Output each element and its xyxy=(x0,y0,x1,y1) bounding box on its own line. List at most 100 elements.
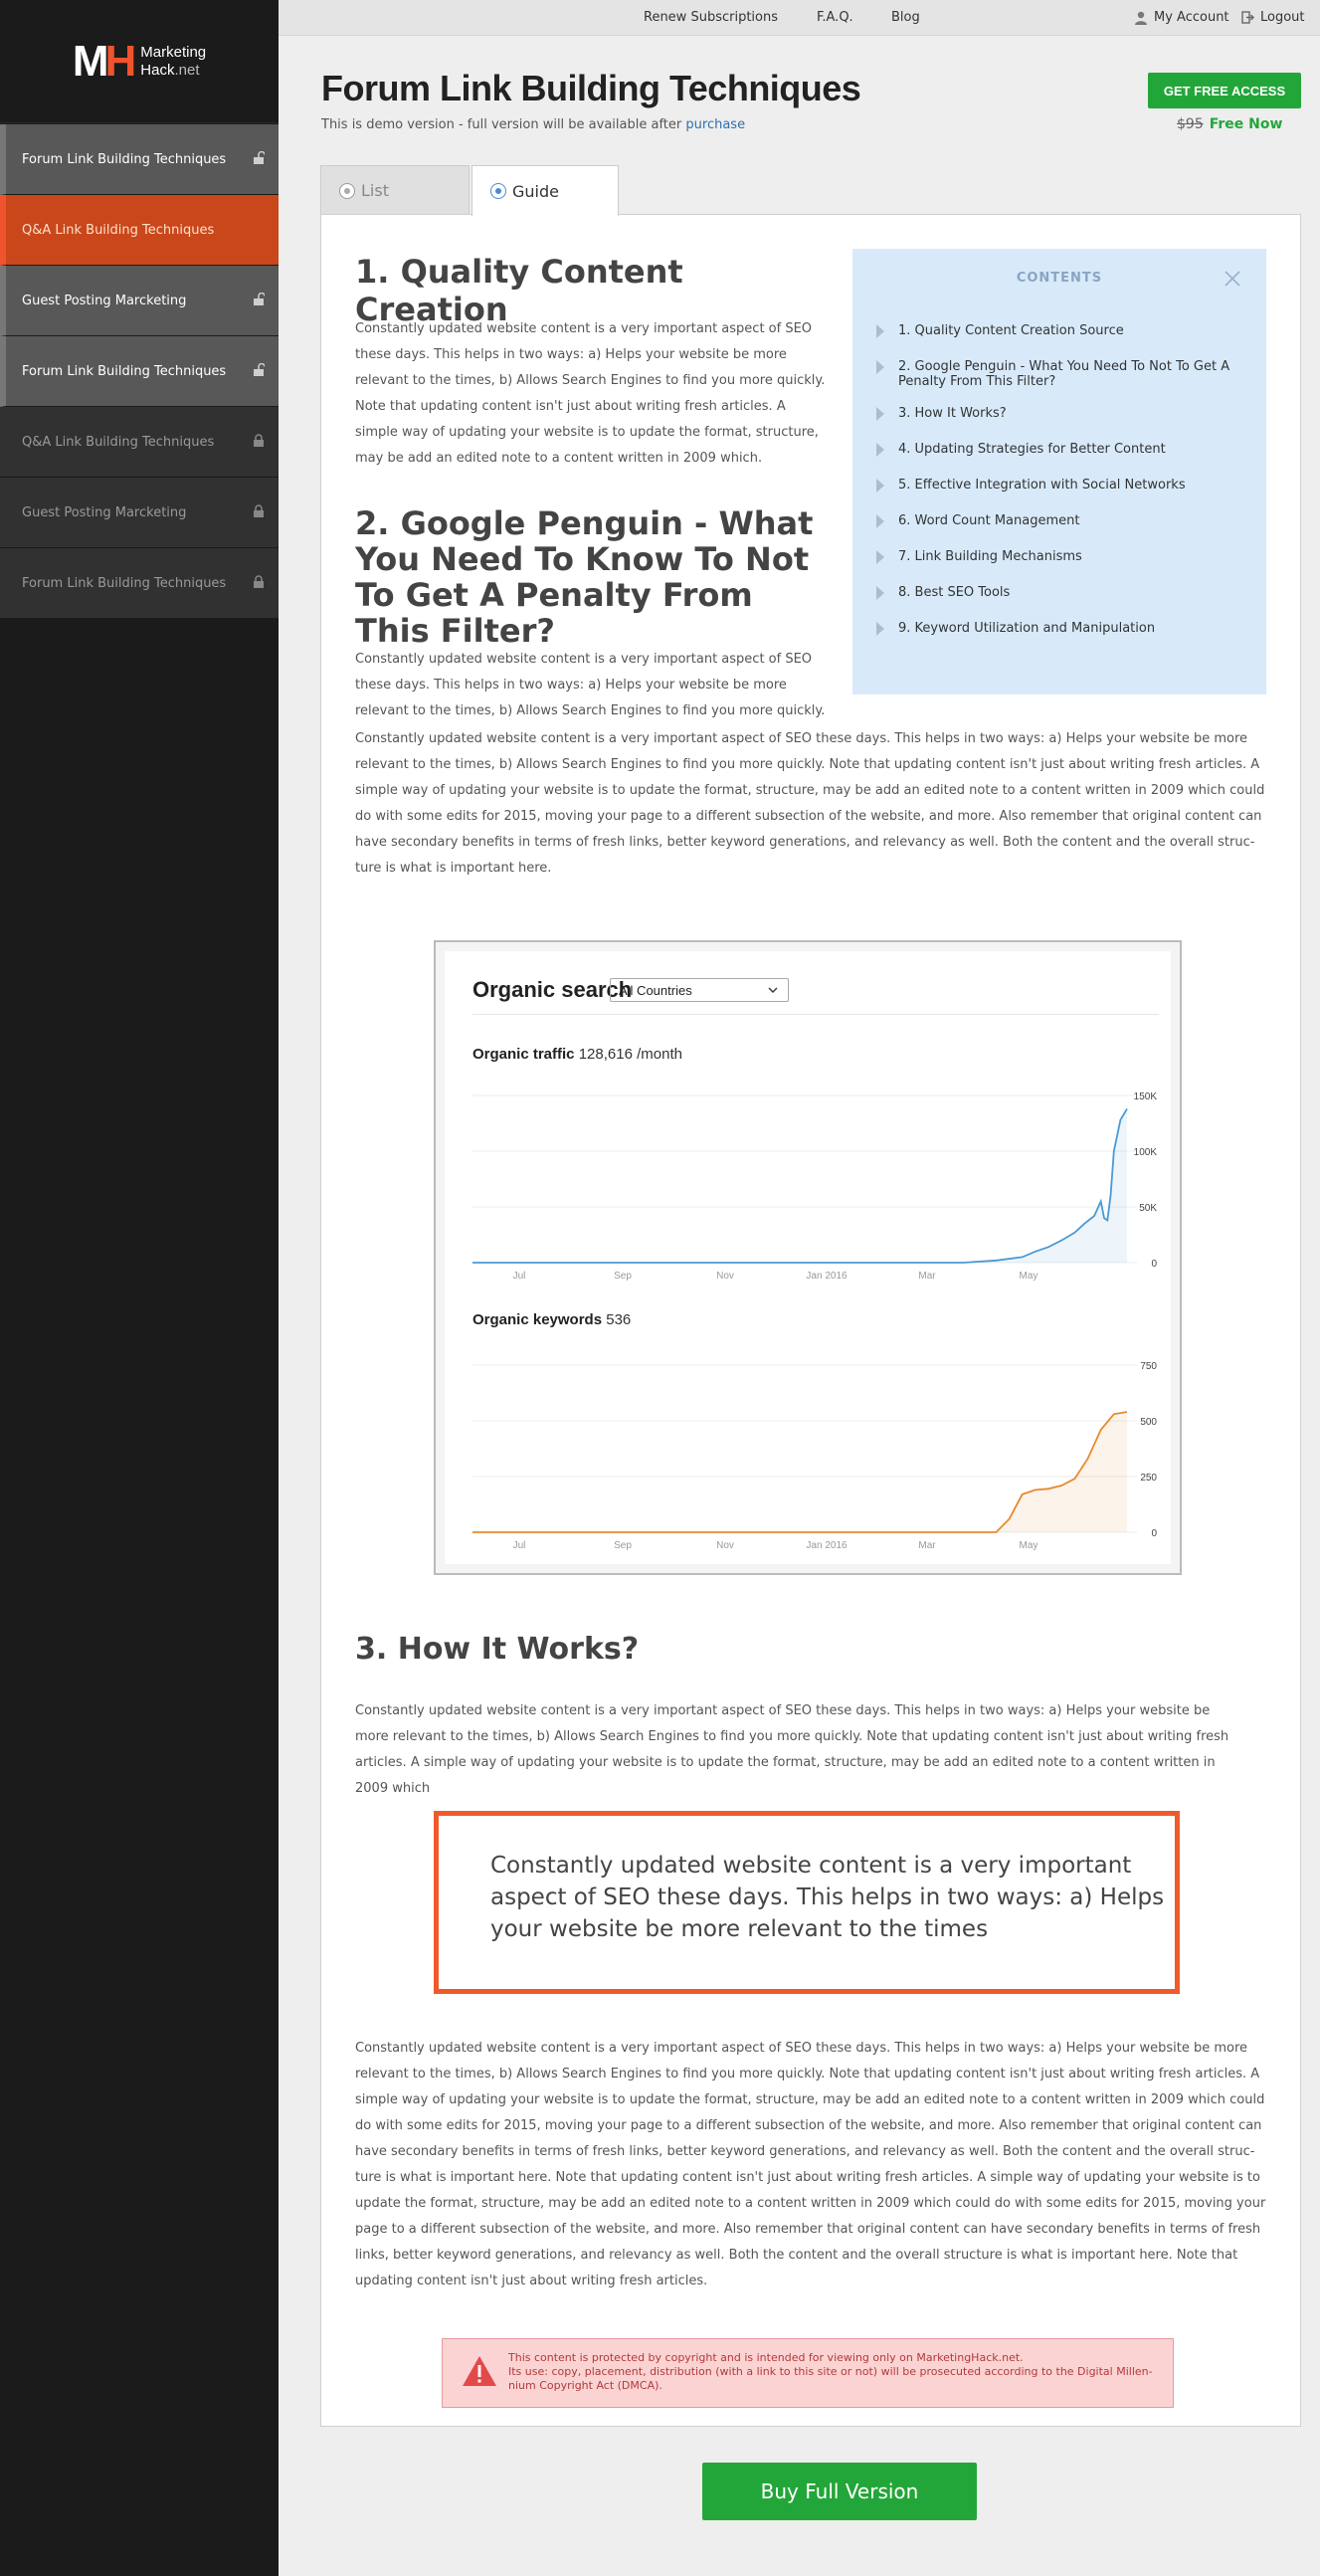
close-icon[interactable] xyxy=(1223,269,1242,289)
old-price: $95 xyxy=(1177,116,1204,132)
unlock-icon xyxy=(254,151,265,164)
x-tick-label: Mar xyxy=(918,1271,936,1282)
warning-icon xyxy=(463,2356,496,2386)
unlock-icon xyxy=(254,293,265,305)
my-account-label: My Account xyxy=(1154,10,1229,25)
charts: 0 50K 100K 150K Jul Sep Nov Jan 2016 Mar May 0 250 5… xyxy=(472,1091,1158,1551)
toc-item[interactable]: 4. Updating Strategies for Better Conten… xyxy=(876,442,1244,457)
toc-item[interactable]: 6. Word Count Management xyxy=(876,513,1244,528)
y-tick-label: 500 xyxy=(1140,1417,1157,1428)
x-tick-label: Nov xyxy=(716,1271,734,1282)
tab-guide[interactable]: Guide xyxy=(471,165,619,216)
sidebar-item[interactable]: Forum Link Building Techniques xyxy=(0,124,279,195)
purchase-link[interactable]: purchase xyxy=(685,117,745,132)
x-tick-label: Jan 2016 xyxy=(806,1540,848,1551)
blog-link[interactable]: Blog xyxy=(891,10,920,25)
page-title: Forum Link Building Techniques xyxy=(321,68,861,108)
price: $95 Free Now xyxy=(1177,116,1282,132)
x-tick-label: May xyxy=(1020,1540,1038,1551)
x-tick-label: Sep xyxy=(614,1540,632,1551)
y-tick-label: 0 xyxy=(1151,1259,1157,1270)
my-account-link[interactable]: My Account xyxy=(1134,10,1229,25)
contents-box: CONTENTS 1. Quality Content Creation Sou… xyxy=(852,249,1266,694)
y-tick-label: 750 xyxy=(1140,1361,1157,1372)
series-area xyxy=(472,1412,1127,1532)
faq-link[interactable]: F.A.Q. xyxy=(817,10,853,25)
sidebar-item-label: Forum Link Building Techniques xyxy=(22,151,227,167)
organic-search-figure: Organic search All Countries Organic tra… xyxy=(434,940,1182,1575)
figure-panel: Organic search All Countries Organic tra… xyxy=(445,951,1171,1564)
toc-item[interactable]: 2. Google Penguin - What You Need To Not… xyxy=(876,359,1244,389)
series-line xyxy=(472,1107,1128,1264)
section-3-title: 3. How It Works? xyxy=(355,1632,640,1667)
lock-icon xyxy=(254,434,264,447)
sidebar-item-label: Q&A Link Building Techniques xyxy=(22,222,215,238)
unlock-icon xyxy=(254,363,265,376)
sidebar-item[interactable]: Q&A Link Building Techniques xyxy=(0,407,279,478)
sidebar-item[interactable]: Guest Posting Marcketing xyxy=(0,478,279,548)
sidebar-item[interactable]: Forum Link Building Techniques xyxy=(0,548,279,619)
logo[interactable]: MH Marketing Hack.net xyxy=(0,0,279,123)
sidebar-menu: Forum Link Building Techniques Q&A Link B… xyxy=(0,124,279,619)
x-tick-label: Jan 2016 xyxy=(806,1271,848,1282)
sidebar-item-label: Forum Link Building Techniques xyxy=(22,363,227,379)
section-2-text-b: Constantly updated website content is a … xyxy=(355,731,1265,876)
section-2-text-a: Constantly updated website content is a … xyxy=(355,652,826,718)
logo-mark: MH xyxy=(72,36,136,86)
sidebar-item[interactable]: Forum Link Building Techniques xyxy=(0,336,279,407)
y-tick-label: 50K xyxy=(1139,1203,1157,1214)
sidebar-item-label: Forum Link Building Techniques xyxy=(22,575,227,591)
buy-full-version-button[interactable]: Buy Full Version xyxy=(702,2463,977,2520)
logout-label: Logout xyxy=(1260,10,1305,25)
toc-item[interactable]: 3. How It Works? xyxy=(876,406,1244,421)
tab-guide-label: Guide xyxy=(512,181,559,201)
x-tick-label: Mar xyxy=(918,1540,936,1551)
radio-selected-icon xyxy=(490,183,506,199)
free-now-label: Free Now xyxy=(1209,116,1283,132)
renew-subscriptions-link[interactable]: Renew Subscriptions xyxy=(644,10,778,25)
pull-quote: Constantly updated website content is a … xyxy=(434,1811,1180,1994)
sidebar-item-label: Guest Posting Marcketing xyxy=(22,293,187,308)
x-tick-label: Jul xyxy=(513,1271,526,1282)
user-icon xyxy=(1135,11,1147,25)
section-1-text: Constantly updated website content is a … xyxy=(355,321,826,466)
sidebar-item[interactable]: Q&A Link Building Techniques xyxy=(0,195,279,266)
series-area xyxy=(472,1108,1127,1263)
x-tick-label: Nov xyxy=(716,1540,734,1551)
x-tick-label: May xyxy=(1020,1271,1038,1282)
section-3-text: Constantly updated website content is a … xyxy=(355,1703,1229,1796)
y-tick-label: 0 xyxy=(1151,1528,1157,1539)
sidebar-item-label: Guest Posting Marcketing xyxy=(22,504,187,520)
logo-text: Marketing Hack.net xyxy=(140,43,207,79)
pull-quote-text: Constantly updated website content is a … xyxy=(490,1853,1165,1942)
toc-item[interactable]: 8. Best SEO Tools xyxy=(876,585,1244,600)
x-tick-label: Sep xyxy=(614,1271,632,1282)
notice-line-2: Its use: copy, placement, distribution (… xyxy=(508,2365,1153,2392)
sidebar-item[interactable]: Guest Posting Marcketing xyxy=(0,266,279,336)
toc-item[interactable]: 1. Quality Content Creation Source xyxy=(876,323,1244,338)
toc-item[interactable]: 9. Keyword Utilization and Manipulation xyxy=(876,621,1244,636)
tab-list[interactable]: List xyxy=(320,165,470,215)
contents-title: CONTENTS xyxy=(1016,271,1103,286)
section-2-title: 2. Google Penguin - What You Need To Kno… xyxy=(355,504,814,650)
toc-item[interactable]: 5. Effective Integration with Social Net… xyxy=(876,478,1244,493)
copyright-notice: This content is protected by copyright a… xyxy=(442,2338,1174,2408)
sidebar-item-label: Q&A Link Building Techniques xyxy=(22,434,215,450)
toc-item[interactable]: 7. Link Building Mechanisms xyxy=(876,549,1244,564)
demo-note: This is demo version - full version will… xyxy=(321,117,745,132)
y-tick-label: 100K xyxy=(1134,1147,1158,1158)
logout-icon xyxy=(1241,11,1254,24)
top-bar: Renew Subscriptions F.A.Q. Blog My Accou… xyxy=(279,0,1320,36)
logout-link[interactable]: Logout xyxy=(1241,10,1305,25)
demo-note-text: This is demo version - full version will… xyxy=(321,117,682,132)
y-tick-label: 150K xyxy=(1134,1091,1158,1102)
get-free-access-button[interactable]: GET FREE ACCESS xyxy=(1148,73,1301,108)
lock-icon xyxy=(254,504,264,517)
lock-icon xyxy=(254,575,264,588)
section-3-text-long: Constantly updated website content is a … xyxy=(355,2041,1266,2288)
radio-icon xyxy=(339,183,355,199)
notice-line-1: This content is protected by copyright a… xyxy=(508,2351,1024,2364)
tab-list-label: List xyxy=(361,181,389,200)
y-tick-label: 250 xyxy=(1140,1473,1157,1484)
notice-text: This content is protected by copyright a… xyxy=(508,2351,1165,2393)
